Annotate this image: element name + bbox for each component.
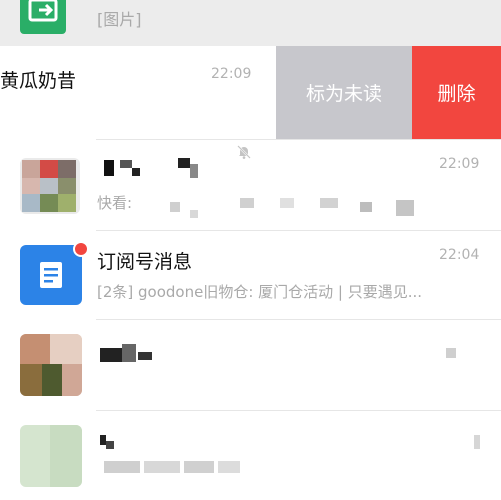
subscription-time: 22:04	[439, 247, 480, 263]
unread-dot	[73, 241, 89, 257]
preview-redacted	[104, 461, 244, 477]
chat-row-subscriptions[interactable]: 订阅号消息 22:04 [2条] goodone旧物仓: 厦门仓活动 | 只要遇…	[0, 231, 501, 319]
group-row-time: 22:09	[439, 156, 480, 172]
delete-label: 删除	[437, 83, 476, 105]
chat-row-group[interactable]: 22:09 快看:	[0, 140, 501, 230]
green-app-avatar	[20, 0, 66, 34]
contact-avatar	[20, 334, 82, 396]
article-icon	[40, 262, 62, 288]
mark-unread-button[interactable]: 标为未读	[276, 46, 412, 139]
time-redacted	[446, 348, 456, 358]
contact-name-redacted	[100, 342, 180, 368]
subscription-preview: [2条] goodone旧物仓: 厦门仓活动 | 只要遇见...	[97, 283, 423, 301]
subscription-title: 订阅号消息	[97, 251, 193, 273]
top-row-preview: [图片]	[97, 10, 142, 29]
group-name-redacted	[100, 158, 210, 184]
swiped-row-title: 黄瓜奶昔	[0, 70, 77, 92]
contact-avatar	[20, 425, 82, 487]
forward-arrow-icon	[28, 0, 58, 22]
group-avatar	[20, 158, 80, 214]
chat-row-top[interactable]: [图片]	[0, 0, 501, 46]
chat-row-redacted-2[interactable]	[0, 411, 501, 500]
subscription-avatar	[20, 245, 82, 305]
mark-unread-label: 标为未读	[305, 83, 382, 105]
delete-button[interactable]: 删除	[412, 46, 501, 139]
group-row-preview: 快看:	[97, 194, 133, 212]
group-preview-redacted	[160, 192, 420, 218]
swiped-row-time: 22:09	[211, 66, 252, 82]
time-redacted	[474, 435, 480, 449]
contact-name-redacted	[100, 431, 120, 451]
chat-row-redacted-1[interactable]	[0, 320, 501, 410]
